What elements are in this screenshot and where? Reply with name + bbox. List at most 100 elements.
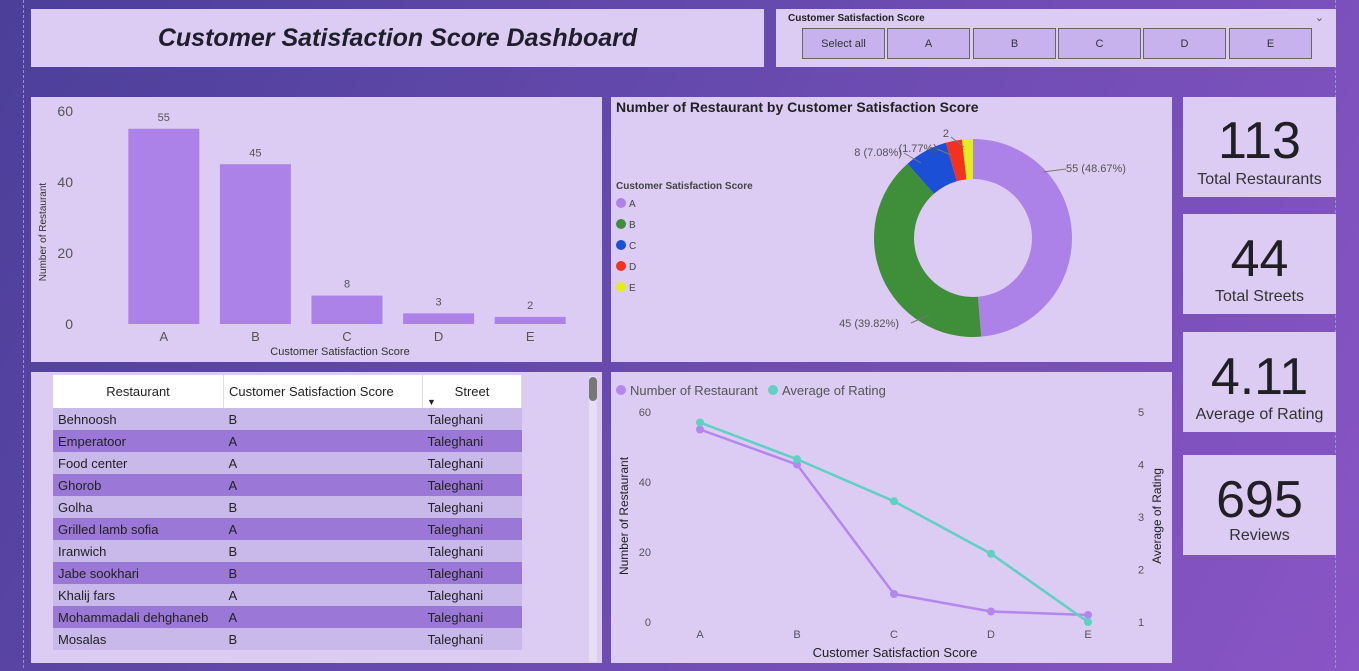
- bar-chart-card: 0 20 40 60 55 45 8 3 2 A B C D E Customer Satisfact…: [31, 97, 602, 362]
- donut-leader-line: [1042, 168, 1067, 173]
- bar-data-label: 55: [158, 112, 170, 124]
- table-row[interactable]: Iranwich B Taleghani: [53, 540, 522, 562]
- score-cell: A: [223, 430, 423, 452]
- legend-label: A: [629, 199, 636, 210]
- line-y2-tick-label: 4: [1138, 460, 1144, 472]
- line-point-0-a: [696, 425, 704, 434]
- restaurant-cell: Grilled lamb sofia: [53, 518, 224, 540]
- slicer-option-d[interactable]: D: [1143, 28, 1226, 59]
- sort-descending-icon[interactable]: ▼: [427, 397, 436, 407]
- column-header-score[interactable]: Customer Satisfaction Score: [223, 375, 423, 408]
- score-cell: A: [223, 518, 423, 540]
- slicer-option-e[interactable]: E: [1229, 28, 1312, 59]
- title-card: Customer Satisfaction Score Dashboard: [31, 9, 764, 67]
- slicer-title: Customer Satisfaction Score: [788, 13, 925, 24]
- restaurant-cell: Mohammadali dehghaneb: [53, 606, 224, 628]
- score-cell: B: [223, 540, 423, 562]
- street-cell: Taleghani: [422, 562, 522, 584]
- line-point-1-b: [793, 455, 801, 464]
- page-title: Customer Satisfaction Score Dashboard: [157, 23, 638, 52]
- restaurant-cell: Jabe sookhari: [53, 562, 224, 584]
- line-chart-card: Number of Restaurant Average of Rating 0 2…: [611, 372, 1172, 663]
- bar-data-label: 8: [344, 279, 350, 291]
- line-point-1-e: [1084, 618, 1092, 626]
- table-row[interactable]: Golha B Taleghani: [53, 496, 522, 518]
- line-x-tick-label: B: [793, 629, 800, 641]
- score-cell: A: [223, 474, 423, 496]
- line-legend-swatch-0: [616, 385, 626, 395]
- table-scrollbar[interactable]: [589, 376, 597, 662]
- slicer-option-c[interactable]: C: [1058, 28, 1141, 59]
- restaurant-cell: Khalij fars: [53, 584, 224, 606]
- table-row[interactable]: Jabe sookhari B Taleghani: [53, 562, 522, 584]
- bar-y-tick-label: 40: [57, 174, 73, 190]
- line-y-tick-label: 0: [645, 617, 651, 629]
- chevron-down-icon[interactable]: ⌄: [1315, 11, 1324, 24]
- slicer-option-b[interactable]: B: [973, 28, 1056, 59]
- restaurant-cell: Golha: [53, 496, 224, 518]
- column-header-street[interactable]: Street ▼: [422, 375, 522, 408]
- line-y2-tick-label: 3: [1138, 512, 1144, 524]
- line-point-1-a: [696, 418, 704, 427]
- street-cell: Taleghani: [422, 496, 522, 518]
- score-cell: B: [223, 408, 423, 430]
- street-cell: Taleghani: [422, 540, 522, 562]
- restaurant-table-card: Restaurant Customer Satisfaction Score S…: [31, 372, 602, 663]
- score-cell: A: [223, 606, 423, 628]
- column-header-restaurant[interactable]: Restaurant: [53, 375, 224, 408]
- restaurant-cell: Food center: [53, 452, 224, 474]
- bar-data-label: 2: [527, 300, 533, 312]
- line-y-tick-label: 60: [639, 407, 651, 419]
- legend-swatch-e: [616, 282, 626, 292]
- table-row[interactable]: Khalij fars A Taleghani: [53, 584, 522, 606]
- line-legend-label: Number of Restaurant: [630, 383, 758, 398]
- table-row[interactable]: Ghorob A Taleghani: [53, 474, 522, 496]
- bar-b: [219, 164, 291, 324]
- line-y2-tick-label: 5: [1138, 407, 1144, 419]
- street-cell: Taleghani: [422, 518, 522, 540]
- bar-y-tick-label: 60: [57, 103, 73, 119]
- street-cell: Taleghani: [422, 474, 522, 496]
- line-y-tick-label: 40: [639, 477, 651, 489]
- restaurant-cell: Mosalas: [53, 628, 224, 650]
- donut-legend-title: Customer Satisfaction Score: [616, 181, 753, 192]
- line-y2-axis-label: Average of Rating: [1150, 468, 1164, 564]
- slicer-option-select-all[interactable]: Select all: [802, 28, 885, 59]
- line-y2-tick-label: 2: [1138, 565, 1144, 577]
- bar-y-axis-label: Number of Restaurant: [38, 183, 49, 282]
- kpi-label: Total Restaurants: [1197, 171, 1322, 188]
- bar-x-tick-label: A: [159, 329, 168, 344]
- donut-chart-card: Number of Restaurant by Customer Satisfa…: [611, 97, 1172, 362]
- street-cell: Taleghani: [422, 628, 522, 650]
- line-x-tick-label: E: [1084, 629, 1091, 641]
- bar-data-label: 3: [436, 296, 442, 308]
- street-cell: Taleghani: [422, 430, 522, 452]
- table-row[interactable]: Food center A Taleghani: [53, 452, 522, 474]
- bar-x-tick-label: E: [526, 329, 535, 344]
- table-row[interactable]: Grilled lamb sofia A Taleghani: [53, 518, 522, 540]
- table-row[interactable]: Mohammadali dehghaneb A Taleghani: [53, 606, 522, 628]
- bar-y-tick-label: 20: [57, 245, 73, 261]
- bar-data-label: 45: [249, 147, 261, 159]
- line-point-1-c: [890, 497, 898, 506]
- donut-chart: Number of Restaurant by Customer Satisfa…: [616, 99, 1126, 337]
- legend-label: C: [629, 241, 636, 252]
- table-row[interactable]: Emperatoor A Taleghani: [53, 430, 522, 452]
- bar-c: [311, 295, 383, 324]
- table-row[interactable]: Mosalas B Taleghani: [53, 628, 522, 650]
- donut-slice-b: [874, 163, 982, 337]
- line-x-tick-label: C: [890, 629, 898, 641]
- line-chart: Number of Restaurant Average of Rating 0 2…: [616, 383, 1164, 660]
- restaurant-table: Restaurant Customer Satisfaction Score S…: [53, 375, 522, 650]
- score-slicer: Customer Satisfaction Score ⌄ Select all…: [776, 9, 1336, 67]
- line-y-tick-label: 20: [639, 547, 651, 559]
- line-y-axis-label: Number of Restaurant: [617, 456, 631, 575]
- restaurant-cell: Iranwich: [53, 540, 224, 562]
- table-scrollbar-thumb[interactable]: [589, 377, 597, 401]
- table-row[interactable]: Behnoosh B Taleghani: [53, 408, 522, 430]
- slicer-option-a[interactable]: A: [887, 28, 970, 59]
- kpi-value: 695: [1216, 471, 1303, 529]
- kpi-card-total-streets: 44 Total Streets: [1183, 214, 1336, 314]
- donut-title: Number of Restaurant by Customer Satisfa…: [616, 99, 979, 115]
- bar-x-axis-label: Customer Satisfaction Score: [270, 346, 409, 358]
